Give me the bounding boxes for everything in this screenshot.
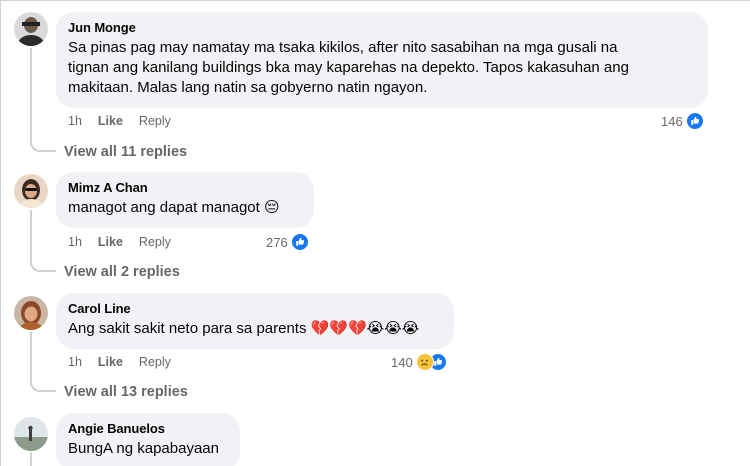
comment-actions: 1h Like Reply: [68, 235, 171, 249]
comment-actions: 1h Like Reply: [68, 114, 171, 128]
avatar[interactable]: [14, 417, 48, 451]
like-reaction-icon: [685, 112, 704, 130]
comment-bubble: Angie Banuelos BungA ng kapabayaan: [56, 413, 240, 466]
reply-connector: [30, 130, 56, 152]
comment-timestamp[interactable]: 1h: [68, 114, 82, 128]
comment-text: managot ang dapat managot 😔: [68, 199, 280, 216]
reply-connector: [30, 250, 56, 272]
comment-author[interactable]: Carol Line: [68, 300, 442, 317]
reaction-count: 276: [266, 234, 288, 250]
avatar[interactable]: [14, 12, 48, 46]
view-replies-link[interactable]: View all 11 replies: [64, 144, 187, 160]
comment-bubble: Mimz A Chan managot ang dapat managot 😔: [56, 172, 314, 228]
reply-connector: [30, 370, 56, 392]
comment-bubble: Carol Line Ang sakit sakit neto para sa …: [56, 293, 454, 349]
avatar[interactable]: [14, 174, 48, 208]
thread-line: [30, 452, 32, 466]
comment-author[interactable]: Mimz A Chan: [68, 179, 302, 196]
like-button[interactable]: Like: [98, 114, 123, 128]
comment-text: BungA ng kapabayaan: [68, 440, 219, 457]
comment-bubble: Jun Monge Sa pinas pag may namatay ma ts…: [56, 12, 708, 108]
frame-border-left: [0, 0, 1, 466]
reply-button[interactable]: Reply: [139, 355, 171, 369]
reaction-summary[interactable]: 276: [266, 233, 309, 251]
comment-timestamp[interactable]: 1h: [68, 355, 82, 369]
thread-line: [30, 48, 32, 140]
comment-timestamp[interactable]: 1h: [68, 235, 82, 249]
comment-text: Sa pinas pag may namatay ma tsaka kikilo…: [68, 39, 629, 96]
like-button[interactable]: Like: [98, 355, 123, 369]
reply-button[interactable]: Reply: [139, 114, 171, 128]
like-button[interactable]: Like: [98, 235, 123, 249]
reaction-count: 140: [391, 354, 413, 370]
sad-reaction-icon: [415, 353, 434, 371]
avatar[interactable]: [14, 296, 48, 330]
reply-button[interactable]: Reply: [139, 235, 171, 249]
like-reaction-icon: [290, 233, 309, 251]
comment-author[interactable]: Angie Banuelos: [68, 420, 228, 437]
reaction-summary[interactable]: 146: [661, 112, 704, 130]
reaction-count: 146: [661, 113, 683, 129]
reaction-summary[interactable]: 140: [391, 353, 447, 371]
comment-actions: 1h Like Reply: [68, 355, 171, 369]
comment-text: Ang sakit sakit neto para sa parents 💔💔💔…: [68, 320, 420, 337]
frame-border-top: [0, 0, 750, 1]
comment-author[interactable]: Jun Monge: [68, 19, 696, 36]
view-replies-link[interactable]: View all 13 replies: [64, 384, 188, 400]
view-replies-link[interactable]: View all 2 replies: [64, 264, 180, 280]
